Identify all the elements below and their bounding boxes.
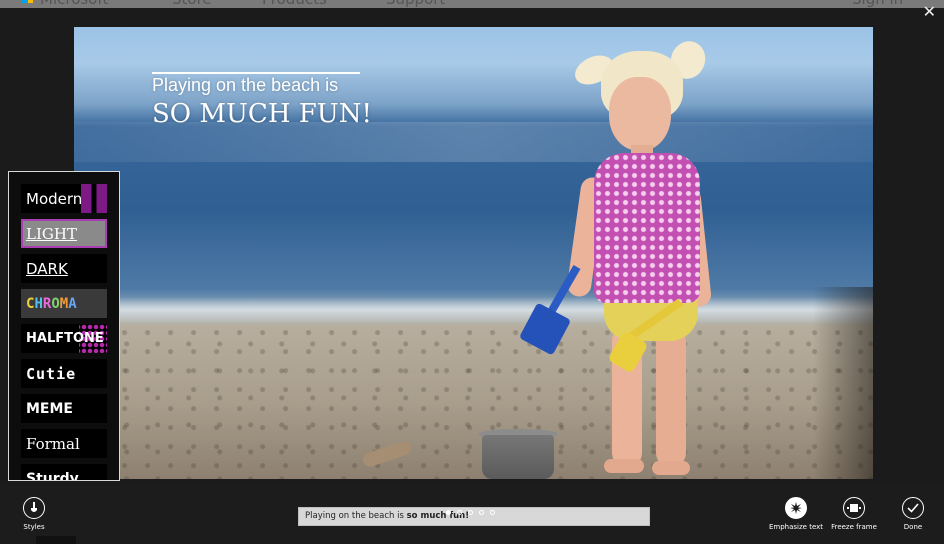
style-cutie[interactable]: Cutie xyxy=(21,359,107,388)
style-label: MEME xyxy=(26,400,73,417)
style-label: DARK xyxy=(26,259,68,278)
microsoft-logo-icon xyxy=(22,0,34,4)
frame-pager xyxy=(446,510,495,518)
style-label: LIGHT xyxy=(26,224,77,243)
style-label: Sturdy xyxy=(26,470,79,481)
emphasize-label: Emphasize text xyxy=(768,523,824,531)
pager-dot[interactable] xyxy=(479,510,484,515)
foot-left xyxy=(604,459,644,473)
chroma-letter: H xyxy=(34,295,43,312)
freeze-frame-icon xyxy=(843,497,865,519)
surf-line xyxy=(74,297,873,323)
style-label: HALFTONE xyxy=(26,331,104,346)
emphasize-text-button[interactable]: Emphasize text xyxy=(768,497,824,531)
styles-label: Styles xyxy=(23,523,45,531)
style-sturdy[interactable]: Sturdy xyxy=(21,464,107,481)
chroma-letter: A xyxy=(68,295,77,312)
bg-nav-microsoft: Microsoft xyxy=(40,0,108,8)
photo-preview: Playing on the beach is SO MUCH FUN! xyxy=(74,27,873,479)
video-editor-overlay: ✕ Playing on the beach is SO MUCH FUN! M… xyxy=(0,4,944,544)
style-chroma[interactable]: CHROMA xyxy=(21,289,107,318)
leg-right xyxy=(656,327,686,467)
page-content-peek xyxy=(36,536,76,544)
bg-nav-support: Support xyxy=(386,0,445,8)
bottom-toolbar: Styles Playing on the beach is so much f… xyxy=(0,485,944,544)
style-label: Formal xyxy=(26,434,80,453)
bucket xyxy=(482,435,554,479)
starburst-icon xyxy=(785,497,807,519)
sand xyxy=(74,325,873,479)
freeze-frame-button[interactable]: Freeze frame xyxy=(830,497,878,531)
style-label: Cutie xyxy=(26,364,77,383)
style-light[interactable]: LIGHT xyxy=(21,219,107,248)
caption-rule xyxy=(152,72,360,74)
style-meme[interactable]: MEME xyxy=(21,394,107,423)
style-dark[interactable]: DARK xyxy=(21,254,107,283)
done-label: Done xyxy=(903,523,923,531)
caption-line-2: SO MUCH FUN! xyxy=(152,99,372,129)
pager-dot[interactable] xyxy=(490,510,495,515)
done-button[interactable]: Done xyxy=(898,497,928,531)
chroma-letter: O xyxy=(51,295,60,312)
pager-dot[interactable] xyxy=(457,510,462,515)
caption-line-1: Playing on the beach is xyxy=(152,75,339,95)
bg-nav-products: Products xyxy=(262,0,327,8)
foot-right xyxy=(652,461,690,475)
styles-button[interactable]: Styles xyxy=(20,497,48,531)
bg-nav-store: Store xyxy=(172,0,212,8)
style-formal[interactable]: Formal xyxy=(21,429,107,458)
freeze-label: Freeze frame xyxy=(831,523,877,531)
pager-dot[interactable] xyxy=(468,510,473,515)
style-halftone[interactable]: HALFTONE xyxy=(21,324,107,353)
pager-dot[interactable] xyxy=(446,510,451,515)
style-label: CHROMA xyxy=(26,296,77,312)
styles-panel: Modern LIGHT DARK CHROMA HALFTONE Cutie … xyxy=(8,171,120,481)
style-modern[interactable]: Modern xyxy=(21,184,107,213)
style-label: Modern xyxy=(26,189,83,208)
face xyxy=(609,77,671,151)
shirt xyxy=(594,153,700,303)
brush-icon xyxy=(23,497,45,519)
chroma-letter: M xyxy=(59,295,69,312)
close-icon[interactable]: ✕ xyxy=(923,4,936,20)
checkmark-icon xyxy=(902,497,924,519)
background-site-header: Microsoft Store Products Support Sign in xyxy=(0,0,944,8)
caption-input-plain: Playing on the beach is xyxy=(305,511,407,521)
bg-nav-signin: Sign in xyxy=(852,0,903,8)
shade xyxy=(813,287,873,479)
